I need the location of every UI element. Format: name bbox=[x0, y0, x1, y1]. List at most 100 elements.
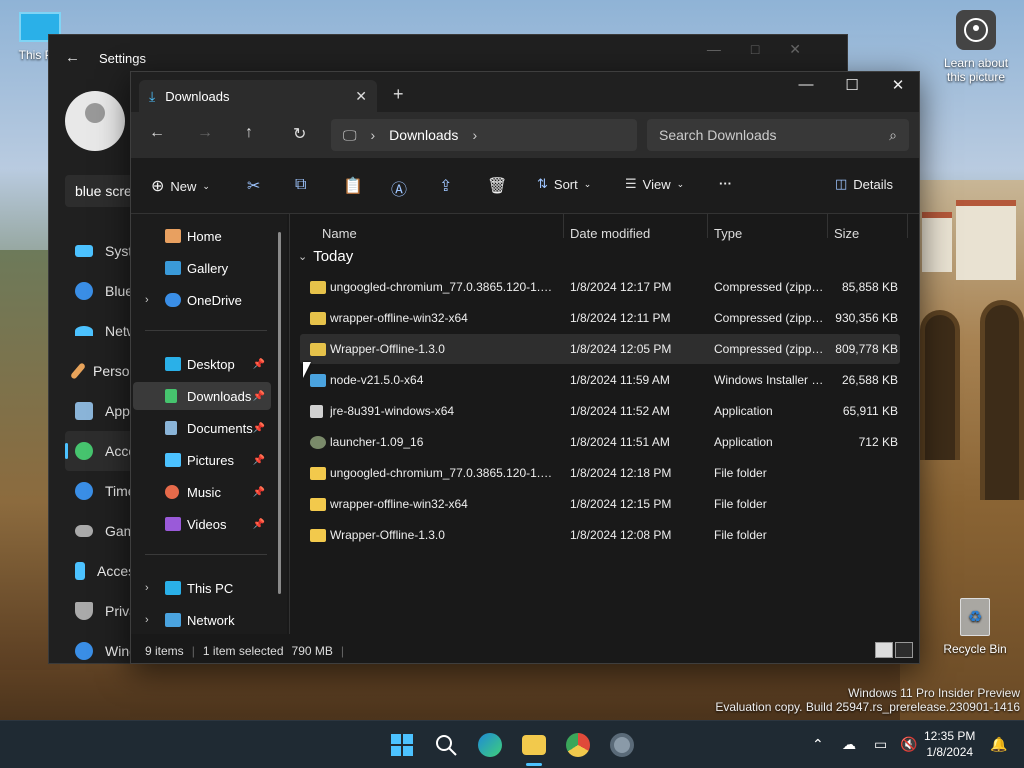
settings-search-input[interactable]: blue screen bbox=[65, 175, 135, 207]
sidebar-item-this-pc[interactable]: › This PC bbox=[133, 574, 271, 602]
column-divider[interactable] bbox=[563, 214, 564, 238]
settings-nav-personalization[interactable]: Personalization bbox=[65, 351, 135, 391]
refresh-icon[interactable]: ↻ bbox=[293, 124, 306, 144]
search-button[interactable] bbox=[434, 733, 458, 757]
desktop-icon-label: this picture bbox=[946, 70, 1006, 84]
settings-window-controls[interactable]: —□✕ bbox=[707, 41, 831, 58]
tab-downloads[interactable]: ⤓ Downloads ✕ bbox=[139, 80, 377, 112]
tiles-view-icon[interactable] bbox=[895, 642, 913, 658]
view-button[interactable]: ☰ View ⌄ bbox=[625, 176, 684, 192]
file-date: 1/8/2024 12:17 PM bbox=[570, 280, 672, 294]
column-header-date[interactable]: Date modified bbox=[570, 226, 650, 241]
settings-nav-system[interactable]: System bbox=[65, 231, 135, 271]
avatar[interactable] bbox=[65, 91, 125, 151]
sidebar-item-desktop[interactable]: Desktop 📌 bbox=[133, 350, 271, 378]
close-icon[interactable]: ✕ bbox=[355, 88, 367, 105]
column-divider[interactable] bbox=[907, 214, 908, 238]
network-status-icon[interactable]: ▭ bbox=[874, 736, 887, 753]
copy-icon[interactable]: ⧉ bbox=[295, 176, 306, 194]
share-icon[interactable]: ⇪ bbox=[439, 176, 452, 196]
new-button[interactable]: ⊕ New ⌄ bbox=[151, 176, 210, 196]
settings-nav-accounts[interactable]: Accounts bbox=[65, 431, 135, 471]
breadcrumb-downloads[interactable]: Downloads bbox=[389, 127, 458, 143]
desktop-icon-learn-about-picture[interactable]: Learn about this picture bbox=[938, 10, 1014, 84]
maximize-button[interactable]: ☐ bbox=[829, 76, 875, 94]
settings-nav-network[interactable]: Network & internet bbox=[65, 311, 135, 351]
file-type: Application bbox=[714, 435, 773, 449]
settings-nav-bluetooth[interactable]: Bluetooth & devices bbox=[65, 271, 135, 311]
table-row[interactable]: wrapper-offline-win32-x64 1/8/2024 12:15 … bbox=[300, 489, 900, 519]
table-row[interactable]: ungoogled-chromium_77.0.3865.120-1.1_win… bbox=[300, 272, 900, 302]
chevron-right-icon[interactable]: › bbox=[145, 294, 149, 306]
rename-icon[interactable]: Ⓐ bbox=[391, 176, 407, 200]
notification-bell-icon[interactable]: 🔔 bbox=[990, 736, 1007, 753]
paste-icon[interactable]: 📋 bbox=[343, 176, 363, 196]
close-window-button[interactable]: ✕ bbox=[875, 76, 921, 94]
edge-browser-icon[interactable] bbox=[478, 733, 502, 757]
pin-icon[interactable]: 📌 bbox=[253, 391, 265, 402]
back-arrow-icon[interactable]: ← bbox=[65, 49, 80, 66]
pin-icon[interactable]: 📌 bbox=[253, 423, 265, 434]
column-divider[interactable] bbox=[827, 214, 828, 238]
file-explorer-window[interactable]: ⤓ Downloads ✕ + — ☐ ✕ ← → ↑ ↻ 🖵 › Downlo… bbox=[130, 71, 920, 664]
column-divider[interactable] bbox=[707, 214, 708, 238]
table-row[interactable]: wrapper-offline-win32-x64 1/8/2024 12:11 … bbox=[300, 303, 900, 333]
settings-nav-privacy[interactable]: Privacy & security bbox=[65, 591, 135, 631]
cloud-offline-icon[interactable]: ☁ bbox=[842, 736, 856, 753]
table-row[interactable]: launcher-1.09_16 1/8/2024 11:51 AM Applica… bbox=[300, 427, 900, 457]
new-tab-button[interactable]: + bbox=[393, 84, 404, 105]
sidebar-item-onedrive[interactable]: › OneDrive bbox=[133, 286, 271, 314]
settings-nav-time[interactable]: Time & language bbox=[65, 471, 135, 511]
table-row[interactable]: Wrapper-Offline-1.3.0 1/8/2024 12:08 PM Fi… bbox=[300, 520, 900, 550]
up-arrow-icon[interactable]: ↑ bbox=[245, 124, 253, 142]
column-header-size[interactable]: Size bbox=[834, 226, 859, 241]
minimize-button[interactable]: — bbox=[783, 76, 829, 93]
sidebar-item-downloads[interactable]: Downloads 📌 bbox=[133, 382, 271, 410]
clock[interactable]: 12:35 PM 1/8/2024 bbox=[924, 728, 975, 760]
settings-nav-apps[interactable]: Apps bbox=[65, 391, 135, 431]
file-explorer-taskbar-icon[interactable] bbox=[522, 735, 546, 755]
column-header-type[interactable]: Type bbox=[714, 226, 742, 241]
sidebar-scrollbar[interactable] bbox=[278, 232, 281, 594]
sidebar-item-network[interactable]: › Network bbox=[133, 606, 271, 634]
settings-nav-accessibility[interactable]: Accessibility bbox=[65, 551, 135, 591]
chevron-right-icon[interactable]: › bbox=[472, 127, 477, 143]
column-header-name[interactable]: Name bbox=[322, 226, 357, 241]
chevron-up-icon[interactable]: ⌃ bbox=[812, 736, 824, 753]
details-view-icon[interactable] bbox=[875, 642, 893, 658]
pin-icon[interactable]: 📌 bbox=[253, 359, 265, 370]
search-input[interactable]: Search Downloads ⌕ bbox=[647, 119, 909, 151]
sidebar-item-gallery[interactable]: Gallery bbox=[133, 254, 271, 282]
settings-nav-windows-update[interactable]: Windows Update bbox=[65, 631, 135, 671]
group-header[interactable]: ⌄ Today bbox=[298, 248, 353, 265]
sort-button[interactable]: ⇅ Sort ⌄ bbox=[537, 176, 591, 192]
sidebar-item-pictures[interactable]: Pictures 📌 bbox=[133, 446, 271, 474]
address-bar[interactable]: 🖵 › Downloads › bbox=[331, 119, 637, 151]
settings-gear-icon[interactable] bbox=[610, 733, 634, 757]
pin-icon[interactable]: 📌 bbox=[253, 487, 265, 498]
chevron-right-icon[interactable]: › bbox=[371, 127, 376, 143]
chrome-icon[interactable] bbox=[566, 733, 590, 757]
details-button[interactable]: ◫ Details bbox=[835, 176, 893, 192]
cut-icon[interactable]: ✂ bbox=[247, 176, 260, 196]
desktop-icon-recycle-bin[interactable]: ♻ Recycle Bin bbox=[940, 598, 1010, 656]
sidebar-item-documents[interactable]: Documents 📌 bbox=[133, 414, 271, 442]
chevron-right-icon[interactable]: › bbox=[145, 582, 149, 594]
more-options-button[interactable]: ··· bbox=[719, 176, 732, 191]
table-row[interactable]: node-v21.5.0-x64 1/8/2024 11:59 AM Windows… bbox=[300, 365, 900, 395]
chevron-right-icon[interactable]: › bbox=[145, 614, 149, 626]
volume-muted-icon[interactable]: 🔇 bbox=[900, 736, 917, 753]
settings-nav-gaming[interactable]: Gaming bbox=[65, 511, 135, 551]
table-row[interactable]: Wrapper-Offline-1.3.0 1/8/2024 12:05 PM Co… bbox=[300, 334, 900, 364]
back-arrow-icon[interactable]: ← bbox=[149, 124, 165, 142]
sidebar-item-videos[interactable]: Videos 📌 bbox=[133, 510, 271, 538]
forward-arrow-icon[interactable]: → bbox=[197, 124, 213, 142]
sidebar-item-home[interactable]: Home bbox=[133, 222, 271, 250]
pin-icon[interactable]: 📌 bbox=[253, 519, 265, 530]
table-row[interactable]: jre-8u391-windows-x64 1/8/2024 11:52 AM Ap… bbox=[300, 396, 900, 426]
sidebar-item-music[interactable]: Music 📌 bbox=[133, 478, 271, 506]
start-button[interactable] bbox=[390, 733, 414, 757]
table-row[interactable]: ungoogled-chromium_77.0.3865.120-1.1_win… bbox=[300, 458, 900, 488]
pin-icon[interactable]: 📌 bbox=[253, 455, 265, 466]
delete-icon[interactable]: 🗑 bbox=[487, 176, 507, 196]
